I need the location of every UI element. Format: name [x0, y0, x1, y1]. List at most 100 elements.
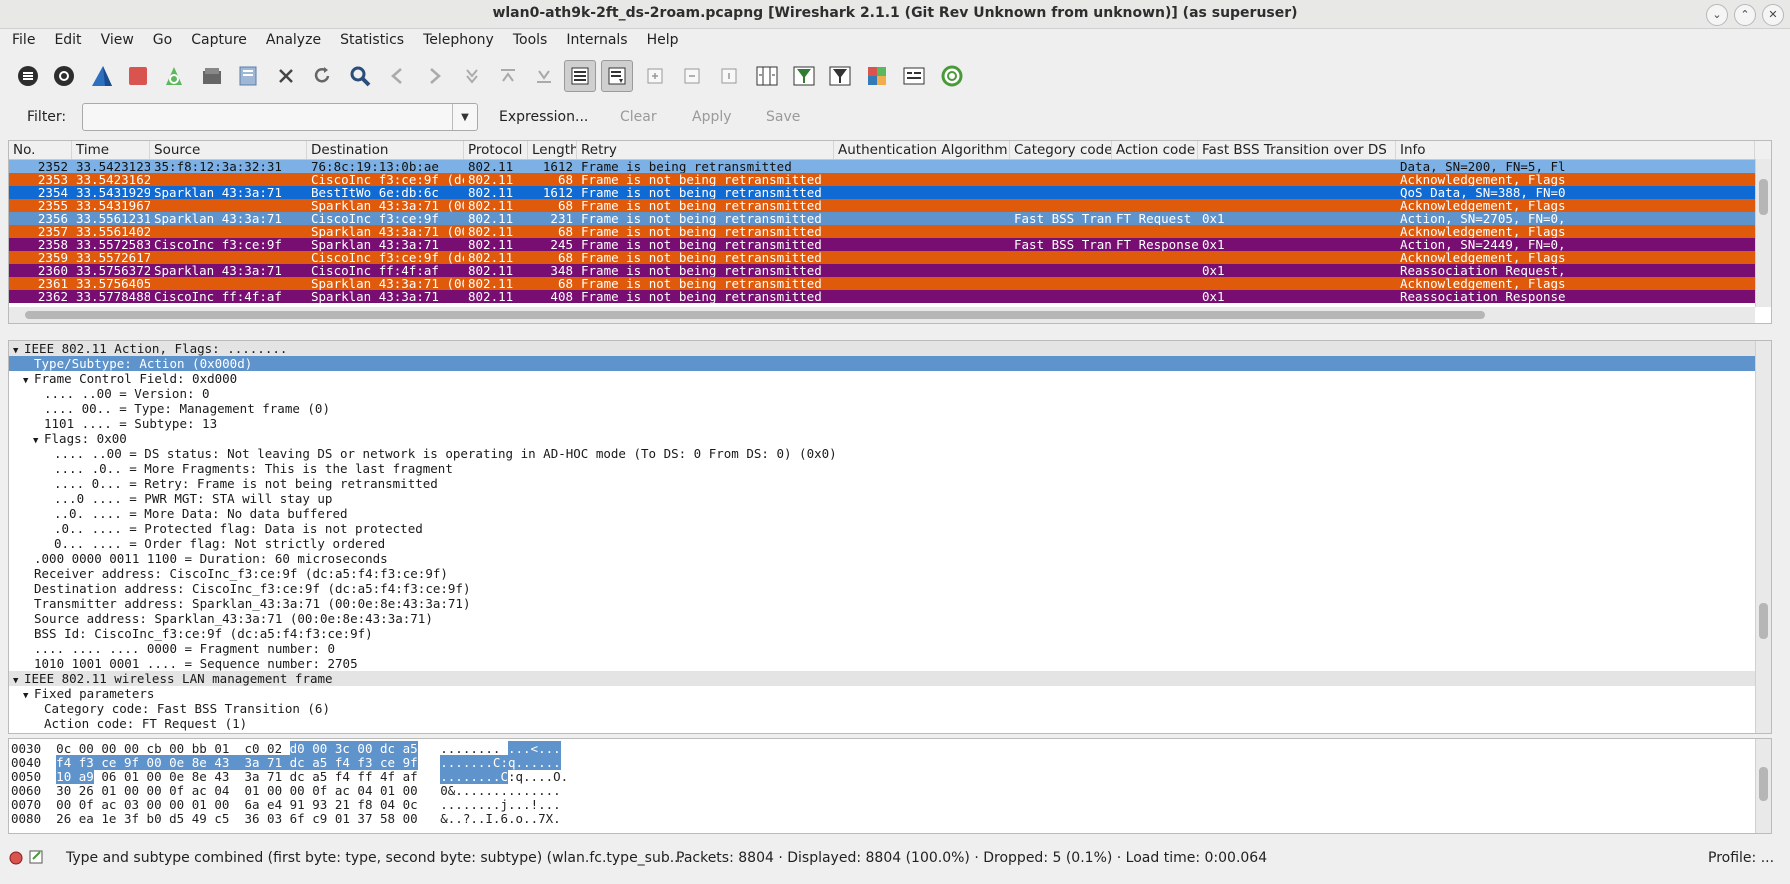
go-back-icon[interactable]	[382, 60, 414, 92]
hex-byte[interactable]: a9	[78, 769, 94, 784]
hex-byte[interactable]: 00	[147, 783, 162, 798]
hex-byte[interactable]: f4	[335, 769, 350, 784]
menu-statistics[interactable]: Statistics	[328, 32, 411, 48]
menu-help[interactable]: Help	[635, 32, 686, 48]
hex-byte[interactable]: dc	[290, 769, 305, 784]
hex-byte[interactable]: 58	[380, 811, 395, 826]
close-button[interactable]: ✕	[1762, 4, 1784, 26]
hex-byte[interactable]: e4	[267, 797, 282, 812]
hex-byte[interactable]: 03	[267, 811, 282, 826]
stop-capture-icon[interactable]	[122, 60, 154, 92]
hex-byte[interactable]: dc	[289, 755, 305, 770]
hex-byte[interactable]: 30	[56, 783, 71, 798]
protocol-tree-item[interactable]: .... .... .... 0000 = Fragment number: 0	[9, 641, 1755, 656]
hex-byte[interactable]: 4f	[380, 769, 395, 784]
hex-byte[interactable]: bb	[192, 741, 207, 756]
hex-byte[interactable]: 71	[267, 755, 283, 770]
hex-byte[interactable]: d5	[169, 811, 184, 826]
hex-byte[interactable]: 01	[192, 797, 207, 812]
packet-row[interactable]: 2355 33.543196792 Sparklan_43:3a:71 (00: 80…	[9, 199, 1771, 212]
protocol-tree-item[interactable]: Receiver address: CiscoInc_f3:ce:9f (dc:…	[9, 566, 1755, 581]
protocol-tree-item[interactable]: Source address: Sparklan_43:3a:71 (00:0e…	[9, 611, 1755, 626]
hex-byte[interactable]: 00	[79, 741, 94, 756]
go-forward-icon[interactable]	[418, 60, 450, 92]
filter-dropdown-icon[interactable]: ▼	[452, 104, 477, 130]
hex-byte[interactable]: 10	[56, 769, 72, 784]
menu-edit[interactable]: Edit	[42, 32, 88, 48]
hex-byte[interactable]: 43	[214, 769, 229, 784]
protocol-tree-item[interactable]: 0... .... = Order flag: Not strictly ord…	[9, 536, 1755, 551]
menu-go[interactable]: Go	[141, 32, 179, 48]
capture-comment-icon[interactable]	[28, 849, 44, 869]
menu-file[interactable]: File	[0, 32, 42, 48]
hex-byte[interactable]: f4	[56, 755, 72, 770]
hex-byte[interactable]: 00	[312, 741, 328, 756]
packet-bytes[interactable]: 0030 0c 00 00 00 cb 00 bb 01 c0 02 d0 00…	[8, 738, 1772, 834]
packet-row[interactable]: 2359 33.557261746 CiscoInc_f3:ce:9f (dc: 80…	[9, 251, 1771, 264]
minimize-button[interactable]: ⌄	[1706, 4, 1728, 26]
hex-byte[interactable]: 0c	[403, 797, 418, 812]
protocol-tree-item[interactable]: .0.. .... = Protected flag: Data is not …	[9, 521, 1755, 536]
normal-size-icon[interactable]	[713, 60, 745, 92]
protocol-tree-header[interactable]: ▼ IEEE 802.11 wireless LAN management fra…	[9, 671, 1755, 686]
hex-byte[interactable]: 71	[267, 769, 282, 784]
hex-byte[interactable]: 00	[147, 797, 162, 812]
column-header-no[interactable]: No.	[9, 141, 72, 159]
ascii-dump[interactable]: ........C:q....O.	[440, 769, 568, 784]
hex-byte[interactable]: 3a	[244, 755, 260, 770]
clear-button[interactable]: Clear	[620, 109, 657, 125]
preferences-icon[interactable]	[898, 60, 930, 92]
hex-byte[interactable]: 04	[214, 783, 229, 798]
menu-view[interactable]: View	[89, 32, 141, 48]
hex-byte[interactable]: ce	[101, 755, 117, 770]
ascii-dump[interactable]: ........j...!...	[440, 797, 560, 812]
hex-byte[interactable]: 00	[124, 783, 139, 798]
resize-columns-icon[interactable]	[751, 60, 783, 92]
hex-byte[interactable]: 00	[357, 741, 373, 756]
column-header-fast-bss-transition-over-ds[interactable]: Fast BSS Transition over DS	[1198, 141, 1396, 159]
zoom-out-icon[interactable]	[676, 60, 708, 92]
hex-byte[interactable]: c0	[244, 741, 259, 756]
menu-telephony[interactable]: Telephony	[411, 32, 501, 48]
protocol-tree-item[interactable]: ▼ Fixed parameters	[9, 686, 1755, 701]
hex-byte[interactable]: ac	[101, 797, 116, 812]
hex-byte[interactable]: 01	[124, 769, 139, 784]
column-header-category-code[interactable]: Category code	[1010, 141, 1112, 159]
ascii-dump[interactable]: .......C:q......	[440, 755, 561, 770]
hex-byte[interactable]: 93	[312, 797, 327, 812]
hex-byte[interactable]: 6a	[244, 797, 259, 812]
protocol-tree-item[interactable]: Category code: Fast BSS Transition (6)	[9, 701, 1755, 716]
first-packet-icon[interactable]	[492, 60, 524, 92]
interfaces-icon[interactable]	[12, 60, 44, 92]
packet-list-hscroll[interactable]	[9, 307, 1755, 323]
hex-byte[interactable]: f3	[78, 755, 94, 770]
protocol-tree-item[interactable]: .... ..00 = DS status: Not leaving DS or…	[9, 446, 1755, 461]
packet-row[interactable]: 2356 33.556123174 Sparklan_43:3a:71 CiscoIn…	[9, 212, 1771, 225]
hex-byte[interactable]: 91	[290, 797, 305, 812]
hex-byte[interactable]: 00	[124, 741, 139, 756]
hex-byte[interactable]: 3c	[334, 741, 350, 756]
ascii-dump[interactable]: &..?..I.6.o..7X.	[440, 811, 560, 826]
capture-filters-icon[interactable]	[788, 60, 820, 92]
protocol-tree-item[interactable]: ...0 .... = PWR MGT: STA will stay up	[9, 491, 1755, 506]
hex-byte[interactable]: a5	[312, 769, 327, 784]
protocol-tree-item[interactable]: BSS Id: CiscoInc_f3:ce:9f (dc:a5:f4:f3:c…	[9, 626, 1755, 641]
hex-byte[interactable]: 04	[380, 797, 395, 812]
maximize-button[interactable]: ⌃	[1734, 4, 1756, 26]
apply-button[interactable]: Apply	[692, 109, 732, 125]
expression-button[interactable]: Expression...	[499, 109, 588, 125]
packet-row[interactable]: 2358 33.557258396 CiscoInc_f3:ce:9f Sparkla…	[9, 238, 1771, 251]
packet-list-vscroll[interactable]	[1755, 159, 1771, 307]
protocol-tree-item[interactable]: .... 0... = Retry: Frame is not being re…	[9, 476, 1755, 491]
save-file-icon[interactable]	[232, 60, 264, 92]
start-capture-icon[interactable]	[86, 60, 118, 92]
hex-byte[interactable]: 1e	[101, 811, 116, 826]
protocol-tree-item[interactable]: Action code: FT Request (1)	[9, 716, 1755, 731]
hex-byte[interactable]: dc	[380, 741, 396, 756]
hex-byte[interactable]: f4	[334, 755, 350, 770]
hex-byte[interactable]: 26	[56, 811, 71, 826]
packet-row[interactable]: 2354 33.543192923 Sparklan_43:3a:71 BestItW…	[9, 186, 1771, 199]
packet-row[interactable]: 2357 33.556140212 Sparklan_43:3a:71 (00: 80…	[9, 225, 1771, 238]
protocol-tree-item[interactable]: .... .0.. = More Fragments: This is the …	[9, 461, 1755, 476]
hex-byte[interactable]: 00	[267, 783, 282, 798]
